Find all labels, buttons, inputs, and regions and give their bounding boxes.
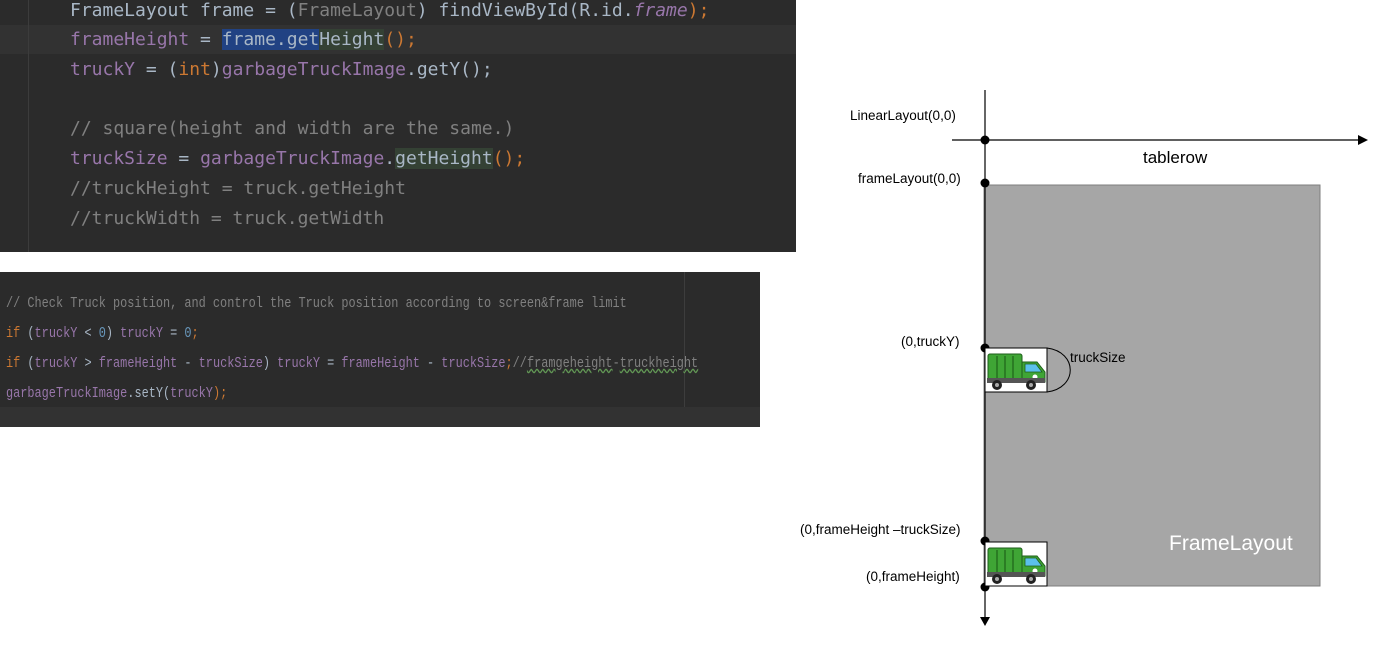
linear-layout-origin-label: LinearLayout(0,0): [850, 108, 956, 123]
truck-y-label: (0,truckY): [901, 334, 960, 349]
frame-layout-origin-label: frameLayout(0,0): [858, 171, 961, 186]
coordinate-diagram: [952, 90, 1368, 626]
truck-size-label: truckSize: [1070, 350, 1126, 365]
frame-origin-point: [980, 178, 990, 188]
garbage-truck-icon: [984, 347, 1048, 393]
y-axis-arrowhead: [980, 617, 990, 626]
frame-layout-label: FrameLayout: [1169, 532, 1293, 555]
frame-height-label: (0,frameHeight): [866, 569, 960, 584]
frame-height-minus-truck-label: (0,frameHeight –truckSize): [800, 522, 961, 537]
tablerow-label: tablerow: [1143, 148, 1208, 167]
x-axis-arrowhead: [1358, 135, 1368, 145]
origin-point: [980, 135, 990, 145]
garbage-truck-icon: [984, 541, 1048, 587]
